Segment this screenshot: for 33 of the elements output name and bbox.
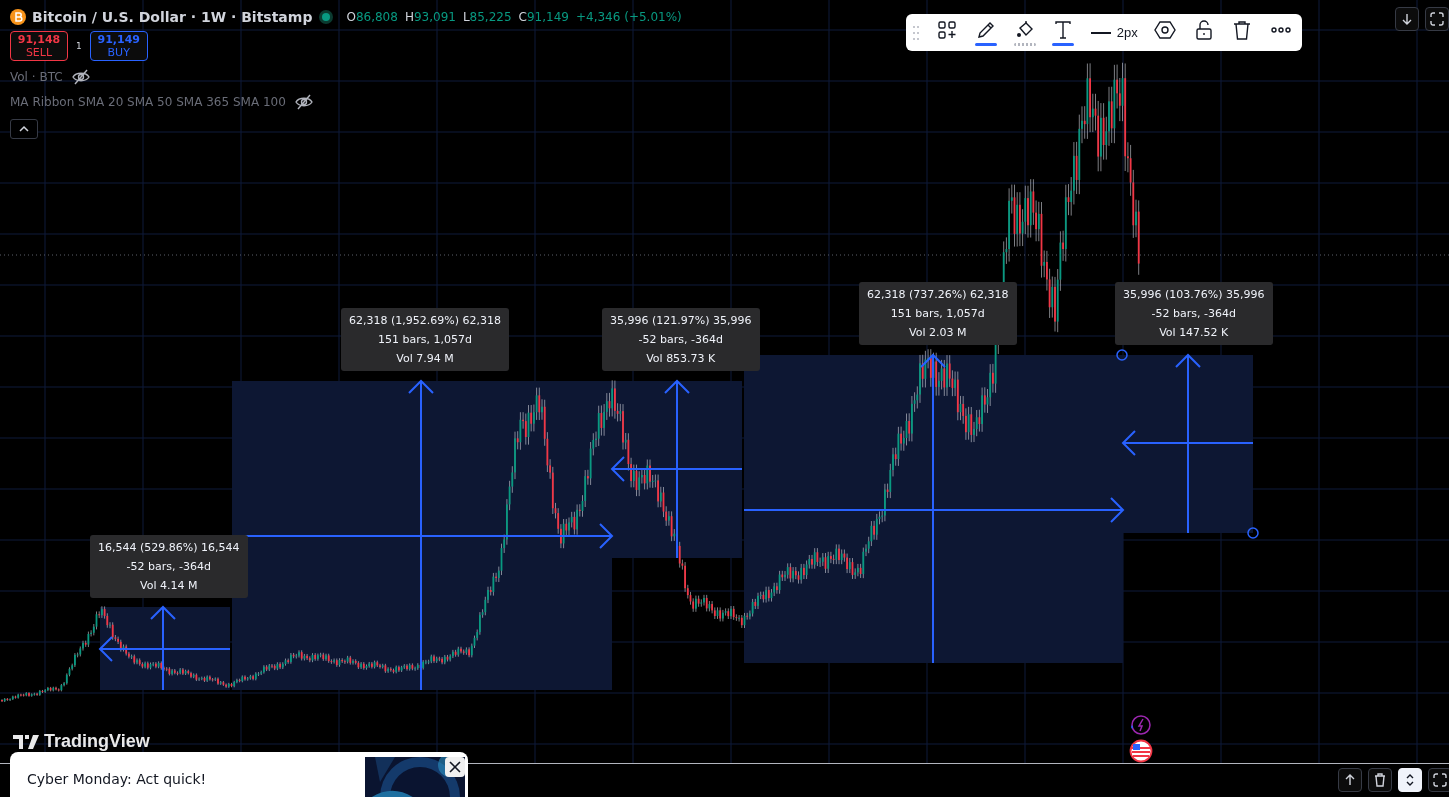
measure-text: -52 bars, -364d xyxy=(1151,306,1236,322)
measure-text: -52 bars, -364d xyxy=(638,332,723,348)
ohlc-label: O xyxy=(346,10,356,24)
sell-button[interactable]: 91,148 SELL xyxy=(10,31,68,61)
indicator-label[interactable]: MA Ribbon SMA 20 SMA 50 SMA 365 SMA 100 xyxy=(10,95,286,109)
measure-text: 151 bars, 1,057d xyxy=(378,332,472,348)
symbol-title[interactable]: Bitcoin / U.S. Dollar · 1W · Bitstamp xyxy=(32,9,313,25)
ohlc-value: 91,149 xyxy=(527,10,569,24)
measure-text: 62,318 (737.26%) 62,318 xyxy=(867,287,1009,303)
ohlc-value: 85,225 xyxy=(469,10,512,24)
ohlc-label: L xyxy=(462,10,470,24)
measure-text: 62,318 (1,952.69%) 62,318 xyxy=(349,313,501,329)
measure-text: 16,544 (529.86%) 16,544 xyxy=(98,540,240,556)
measure-text: Vol 853.73 K xyxy=(646,351,716,367)
measure-text: -52 bars, -364d xyxy=(126,559,211,575)
brand-name: TradingView xyxy=(44,731,150,752)
measure-text: Vol 2.03 M xyxy=(909,325,967,341)
ohlc-value: 86,808 xyxy=(355,10,398,24)
buy-button[interactable]: 91,149 BUY xyxy=(89,31,148,61)
ohlc-label: H xyxy=(404,10,414,24)
line-width-label[interactable]: 2px xyxy=(1116,25,1138,40)
ohlc-label: C xyxy=(518,10,527,24)
measure-text: Vol 7.94 M xyxy=(396,351,454,367)
measure-text: 151 bars, 1,057d xyxy=(890,306,985,322)
measure-text: Vol 4.14 M xyxy=(140,578,198,594)
measure-text: Vol 147.52 K xyxy=(1159,325,1229,341)
ohlc-value: 93,091 xyxy=(413,10,456,24)
indicator-label[interactable]: Vol · BTC xyxy=(10,70,63,84)
measure-text: 35,996 (121.97%) 35,996 xyxy=(610,313,752,329)
measure-text: 35,996 (103.76%) 35,996 xyxy=(1123,287,1265,303)
price-change: +4,346 (+5.01%) xyxy=(576,10,682,24)
promo-text: Cyber Monday: Act quick! xyxy=(27,771,207,789)
quantity: 1 xyxy=(76,41,82,51)
